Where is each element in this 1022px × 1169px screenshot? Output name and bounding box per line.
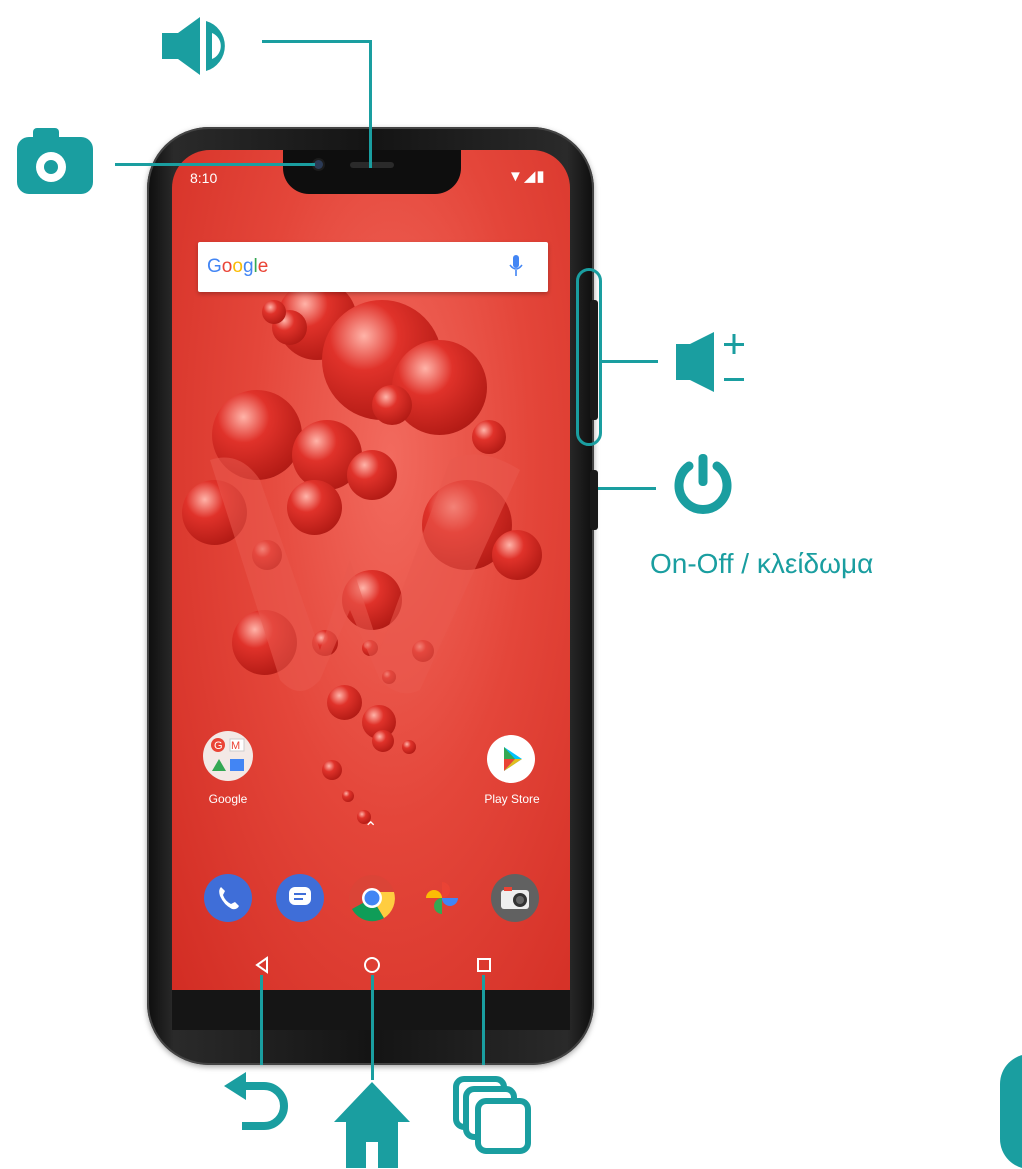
status-icons: ▼◢▮ xyxy=(508,168,546,185)
app-drawer-chevron-icon[interactable]: ⌃ xyxy=(364,818,377,838)
back-icon xyxy=(224,1072,288,1130)
camera-callout-line xyxy=(115,163,315,166)
brand-watermark xyxy=(210,454,520,694)
svg-text:G: G xyxy=(214,740,223,752)
speaker-callout-line xyxy=(262,40,372,43)
page-corner-tab xyxy=(1000,1054,1022,1169)
earpiece-speaker xyxy=(350,162,394,168)
logo-letter: e xyxy=(257,256,269,277)
home-icon xyxy=(334,1082,410,1168)
front-camera xyxy=(314,160,323,169)
play-store-icon[interactable] xyxy=(487,735,535,783)
mic-icon[interactable] xyxy=(509,255,523,279)
messages-app-icon[interactable] xyxy=(276,874,324,922)
volume-highlight xyxy=(576,268,602,446)
camera-app-icon[interactable] xyxy=(491,874,539,922)
google-apps-folder-icon[interactable]: G M xyxy=(203,731,253,781)
nav-back-icon[interactable] xyxy=(252,955,272,975)
power-callout-line xyxy=(598,487,656,490)
app-label-google: Google xyxy=(208,792,248,806)
photos-app-icon[interactable] xyxy=(418,874,466,922)
power-icon xyxy=(674,454,732,514)
svg-text:M: M xyxy=(231,740,240,752)
nav-home-icon[interactable] xyxy=(362,955,382,975)
power-button xyxy=(590,470,598,530)
recents-callout-line xyxy=(482,975,485,1065)
volume-callout-line xyxy=(600,360,658,363)
back-callout-line xyxy=(260,975,263,1065)
speaker-icon xyxy=(162,17,225,75)
display-notch xyxy=(283,150,461,194)
logo-letter: o xyxy=(232,256,243,277)
nav-recents-icon[interactable] xyxy=(474,955,494,975)
recents-icon xyxy=(453,1076,531,1154)
logo-letter: G xyxy=(207,256,222,277)
logo-letter: o xyxy=(221,256,233,277)
status-time: 8:10 xyxy=(190,170,218,186)
chrome-app-icon[interactable] xyxy=(348,874,396,922)
speaker-callout-line xyxy=(369,40,372,168)
phone-app-icon[interactable] xyxy=(204,874,252,922)
camera-lens-center xyxy=(44,160,58,174)
power-label: On-Off / κλείδωμα xyxy=(650,548,874,579)
logo-letter: g xyxy=(242,256,254,277)
app-label-play-store: Play Store xyxy=(484,792,540,806)
google-logo: Google xyxy=(207,256,268,278)
home-callout-line xyxy=(371,975,374,1080)
volume-icon xyxy=(676,332,744,392)
